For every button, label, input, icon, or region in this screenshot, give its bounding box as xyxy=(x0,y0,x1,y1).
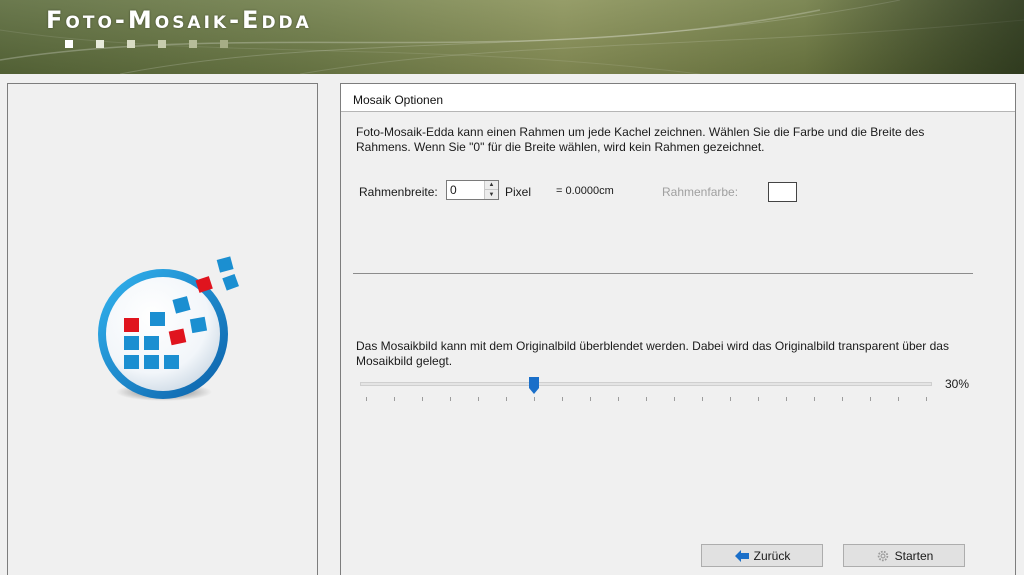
slider-tick xyxy=(646,397,647,401)
frame-width-unit: Pixel xyxy=(505,185,532,199)
slider-tick xyxy=(898,397,899,401)
stepper-down-icon[interactable]: ▼ xyxy=(485,190,498,199)
title-dot xyxy=(158,40,166,48)
blend-slider[interactable] xyxy=(360,377,932,407)
frame-width-value[interactable]: 0 xyxy=(450,183,457,197)
stepper-up-icon[interactable]: ▲ xyxy=(485,181,498,190)
slider-tick xyxy=(562,397,563,401)
slider-tick xyxy=(814,397,815,401)
app-title: Foto-Mosaik-Edda xyxy=(46,6,312,34)
stepper-buttons: ▲ ▼ xyxy=(484,181,498,199)
slider-tick xyxy=(422,397,423,401)
title-dot xyxy=(220,40,228,48)
frame-color-label: Rahmenfarbe: xyxy=(662,185,739,199)
slider-tick xyxy=(394,397,395,401)
slider-track[interactable] xyxy=(360,382,932,386)
slider-tick xyxy=(702,397,703,401)
title-dots xyxy=(65,40,228,48)
slider-tick xyxy=(730,397,731,401)
frame-width-cm: = 0.0000cm xyxy=(556,185,614,197)
title-dot xyxy=(127,40,135,48)
header-dark-edge xyxy=(804,0,1024,74)
frame-width-stepper[interactable]: 0 ▲ ▼ xyxy=(446,180,499,200)
back-button-label: Zurück xyxy=(753,548,791,563)
slider-tick xyxy=(786,397,787,401)
slider-thumb[interactable] xyxy=(528,377,539,394)
frame-color-swatch[interactable] xyxy=(768,182,797,202)
slider-tick xyxy=(366,397,367,401)
title-dot xyxy=(96,40,104,48)
frame-description: Foto-Mosaik-Edda kann einen Rahmen um je… xyxy=(356,125,925,154)
gear-icon xyxy=(877,550,888,561)
start-button-label: Starten xyxy=(894,548,934,563)
app-logo-icon xyxy=(98,256,239,401)
slider-tick xyxy=(506,397,507,401)
blend-description: Das Mosaikbild kann mit dem Originalbild… xyxy=(356,339,949,368)
slider-tick xyxy=(870,397,871,401)
title-dot xyxy=(189,40,197,48)
slider-tick xyxy=(450,397,451,401)
options-panel: Mosaik Optionen Foto-Mosaik-Edda kann ei… xyxy=(340,83,1016,575)
preview-panel xyxy=(7,83,318,575)
frame-settings-row: Rahmenbreite: 0 ▲ ▼ Pixel = 0.0000cm Rah… xyxy=(359,180,999,204)
slider-tick xyxy=(618,397,619,401)
slider-tick xyxy=(674,397,675,401)
section-divider xyxy=(353,273,973,274)
slider-tick xyxy=(842,397,843,401)
app-header: Foto-Mosaik-Edda xyxy=(0,0,1024,74)
title-dot xyxy=(65,40,73,48)
slider-tick xyxy=(590,397,591,401)
slider-tick xyxy=(926,397,927,401)
slider-ticks xyxy=(366,397,927,401)
start-button[interactable]: Starten xyxy=(843,544,965,567)
frame-width-label: Rahmenbreite: xyxy=(359,185,438,199)
slider-tick xyxy=(758,397,759,401)
back-button[interactable]: Zurück xyxy=(701,544,823,567)
slider-tick xyxy=(478,397,479,401)
panel-title: Mosaik Optionen xyxy=(341,84,1015,112)
arrow-left-icon xyxy=(734,549,749,562)
blend-value-label: 30% xyxy=(945,377,970,391)
slider-tick xyxy=(534,397,535,401)
